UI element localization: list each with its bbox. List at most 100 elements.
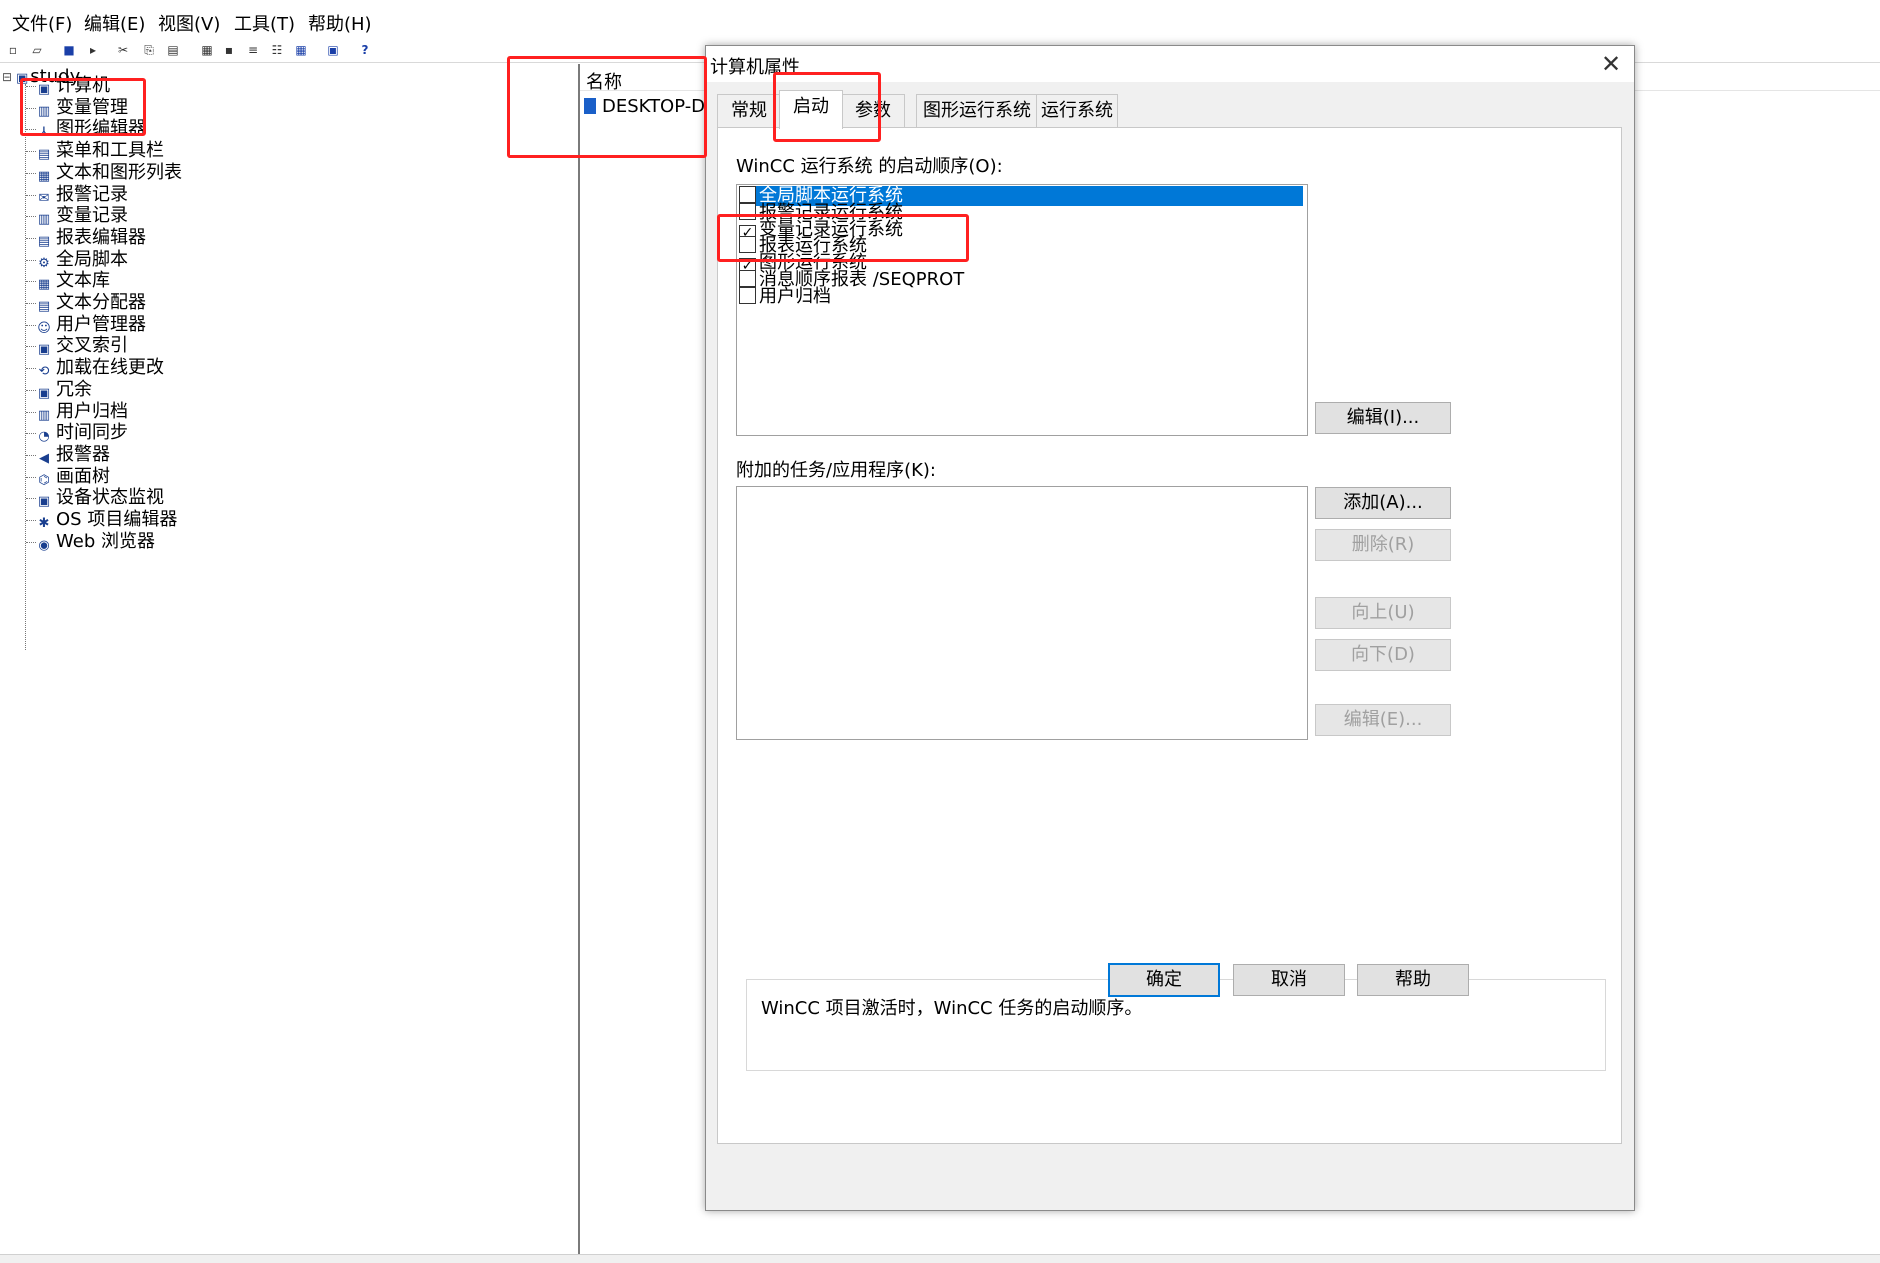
startup-item[interactable]: 用户归档 <box>739 285 831 307</box>
tree-guide-branch <box>26 151 36 153</box>
tree-guide-branch <box>26 541 36 543</box>
startup-item-label: 用户归档 <box>759 285 831 307</box>
tree-item[interactable]: ▣ 冗余 <box>36 378 92 402</box>
tree-guide-branch <box>26 498 36 500</box>
splitter[interactable] <box>578 64 580 1254</box>
tree-item[interactable]: ▥ 变量记录 <box>36 204 128 228</box>
highlight-computer-node <box>20 78 146 136</box>
tree-item-label: 加载在线更改 <box>56 357 164 379</box>
tree-guide <box>25 84 26 650</box>
tree-item[interactable]: ▤ 菜单和工具栏 <box>36 139 164 163</box>
paste-icon[interactable]: ▤ <box>166 43 180 57</box>
checkbox[interactable] <box>739 186 756 203</box>
menu-tools[interactable]: 工具(T) <box>234 10 295 36</box>
properties-icon[interactable]: ▣ <box>326 43 340 57</box>
startup-order-label: WinCC 运行系统 的启动顺序(O): <box>736 156 1003 177</box>
tree-guide-branch <box>26 324 36 326</box>
tree-item-label: 设备状态监视 <box>56 487 164 509</box>
tree-item-label: 用户管理器 <box>56 313 146 335</box>
tree-item-label: 时间同步 <box>56 422 128 444</box>
help-icon[interactable]: ? <box>358 43 372 57</box>
tree-item-label: 文本和图形列表 <box>56 161 182 183</box>
tree-guide-branch <box>26 303 36 304</box>
tree-guide-branch <box>26 237 36 239</box>
description-text: WinCC 项目激活时，WinCC 任务的启动顺序。 <box>761 998 1143 1019</box>
additional-tasks-list[interactable] <box>736 486 1308 740</box>
menu-edit[interactable]: 编辑(E) <box>84 10 145 36</box>
tree-item[interactable]: ▣ 交叉索引 <box>36 334 128 358</box>
menu-file[interactable]: 文件(F) <box>12 10 72 36</box>
menu-view[interactable]: 视图(V) <box>158 10 220 36</box>
checkbox[interactable] <box>739 270 756 287</box>
tree-item-label: 交叉索引 <box>56 335 128 357</box>
tree-guide-branch <box>26 389 36 391</box>
tree-item[interactable]: ◀ 报警器 <box>36 443 110 467</box>
open-icon[interactable]: ▱ <box>30 43 44 57</box>
tree-item-label: OS 项目编辑器 <box>56 509 178 530</box>
add-task-button[interactable]: 添加(A)... <box>1315 487 1451 519</box>
details-icon[interactable]: ☷ <box>270 43 284 57</box>
tree-item[interactable]: ✉ 报警记录 <box>36 183 128 207</box>
tree-item-label: 报表编辑器 <box>56 226 146 248</box>
tree-item-label: 全局脚本 <box>56 248 128 270</box>
move-up-button[interactable]: 向上(U) <box>1315 597 1451 629</box>
highlight-tag-logging-runtime <box>717 214 969 262</box>
tree-item-label: 报警记录 <box>56 183 128 205</box>
tree-item[interactable]: ✱ OS 项目编辑器 <box>36 508 178 532</box>
small-icons-icon[interactable]: ▪ <box>222 43 236 57</box>
cut-icon[interactable]: ✂ <box>116 43 130 57</box>
tree-item[interactable]: ▣ 设备状态监视 <box>36 486 164 510</box>
tree-item[interactable]: ▤ 文本分配器 <box>36 291 146 315</box>
tree-item[interactable]: ▦ 文本库 <box>36 269 110 293</box>
tree-item-label: 用户归档 <box>56 400 128 422</box>
web-browser-icon: ◉ <box>38 537 50 553</box>
tree-item[interactable]: ▦ 文本和图形列表 <box>36 161 182 185</box>
tree-guide-branch <box>26 476 36 478</box>
tree-item-label: 报警器 <box>56 443 110 465</box>
run-icon[interactable]: ▸ <box>86 43 100 57</box>
tree-item-label: 变量记录 <box>56 205 128 227</box>
stop-icon[interactable]: ■ <box>62 43 76 57</box>
tree-guide-branch <box>26 281 36 283</box>
tree-item-label: 菜单和工具栏 <box>56 140 164 162</box>
tree-item-label: 冗余 <box>56 378 92 400</box>
tree-guide-branch <box>26 216 36 218</box>
tile-icon[interactable]: ▦ <box>294 43 308 57</box>
large-icons-icon[interactable]: ▦ <box>200 43 214 57</box>
tree-item[interactable]: ☺ 用户管理器 <box>36 313 146 337</box>
checkbox[interactable] <box>739 286 756 304</box>
tree-item[interactable]: ▥ 用户归档 <box>36 400 128 424</box>
tree-guide-branch <box>26 411 36 413</box>
edit-startup-button[interactable]: 编辑(I)... <box>1315 402 1451 434</box>
close-icon[interactable]: ✕ <box>1594 48 1628 80</box>
ok-button[interactable]: 确定 <box>1108 963 1220 997</box>
tab-general[interactable]: 常规 <box>717 94 781 127</box>
tree-guide-branch <box>26 259 36 261</box>
edit-task-button[interactable]: 编辑(E)... <box>1315 704 1451 736</box>
tree-guide-branch <box>26 172 36 174</box>
tree-item[interactable]: ⚙ 全局脚本 <box>36 248 128 272</box>
tree-item[interactable]: ◉ Web 浏览器 <box>36 530 155 554</box>
move-down-button[interactable]: 向下(D) <box>1315 639 1451 671</box>
tree-item[interactable]: ▤ 报表编辑器 <box>36 226 146 250</box>
tree-guide-branch <box>26 346 36 348</box>
tab-startup[interactable]: 启动 <box>779 90 843 129</box>
tab-graphics-runtime[interactable]: 图形运行系统 <box>916 94 1038 127</box>
copy-icon[interactable]: ⎘ <box>142 43 156 57</box>
menu-help[interactable]: 帮助(H) <box>308 10 372 36</box>
delete-task-button[interactable]: 删除(R) <box>1315 529 1451 561</box>
tree-guide-branch <box>26 520 36 521</box>
list-icon[interactable]: ≡ <box>246 43 260 57</box>
collapse-icon[interactable]: ⊟ <box>2 70 12 84</box>
tree-item[interactable]: ⌬ 画面树 <box>36 465 110 489</box>
tab-runtime[interactable]: 运行系统 <box>1036 94 1118 127</box>
new-icon[interactable]: ▫ <box>6 43 20 57</box>
menu-bar: 文件(F) 编辑(E) 视图(V) 工具(T) 帮助(H) <box>0 0 1880 44</box>
cancel-button[interactable]: 取消 <box>1233 964 1345 996</box>
help-button[interactable]: 帮助 <box>1357 964 1469 996</box>
tree-item-label: 文本库 <box>56 270 110 292</box>
tree-guide-branch <box>26 368 36 370</box>
tree-item[interactable]: ⟲ 加载在线更改 <box>36 356 164 380</box>
highlight-name-column <box>507 56 707 158</box>
tree-item[interactable]: ◔ 时间同步 <box>36 421 128 445</box>
